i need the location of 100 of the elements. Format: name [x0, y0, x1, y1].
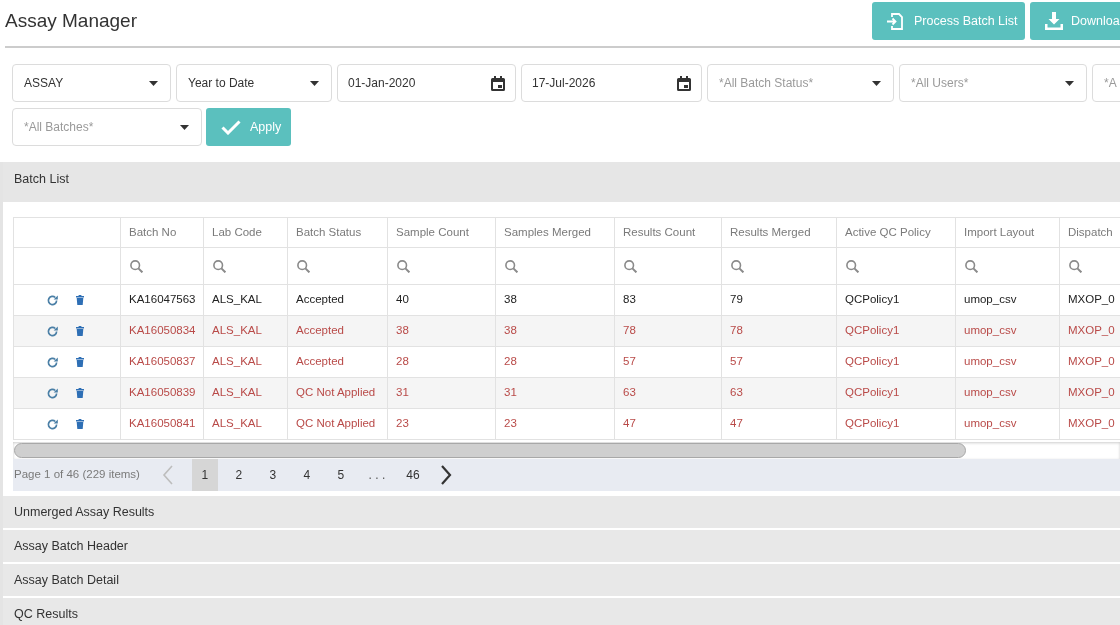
- scrollbar-thumb[interactable]: [14, 443, 966, 458]
- table-cell: 63: [614, 377, 722, 409]
- section-header[interactable]: Assay Batch Detail: [3, 564, 1120, 596]
- date-field[interactable]: 17-Jul-2026: [521, 64, 702, 102]
- table-cell: 31: [387, 377, 496, 409]
- filter-field[interactable]: [614, 247, 722, 285]
- page-button[interactable]: 1: [191, 459, 218, 491]
- search-icon: [965, 259, 978, 273]
- horizontal-scrollbar[interactable]: [13, 442, 1120, 459]
- page-button[interactable]: 3: [259, 459, 286, 491]
- search-icon: [1069, 259, 1082, 273]
- trash-icon[interactable]: [76, 419, 84, 429]
- dropdown[interactable]: *All Batches*: [12, 108, 202, 146]
- circular-arrow-icon[interactable]: [47, 325, 58, 337]
- table-cell: Accepted: [287, 346, 388, 378]
- table-cell: ALS_KAL: [203, 346, 288, 378]
- filter-field[interactable]: [721, 247, 837, 285]
- table-cell: umop_csv: [955, 315, 1060, 347]
- section-header[interactable]: Assay Batch Header: [3, 530, 1120, 562]
- table-cell: 28: [387, 346, 496, 378]
- filter-field[interactable]: [120, 247, 204, 285]
- table-cell: Accepted: [287, 284, 388, 316]
- column-header[interactable]: Sample Count: [387, 217, 496, 248]
- calendar-icon[interactable]: [677, 75, 691, 91]
- filter-field[interactable]: [495, 247, 615, 285]
- table-cell: 78: [721, 315, 837, 347]
- filter-field[interactable]: [203, 247, 288, 285]
- table-cell: KA16050837: [120, 346, 204, 378]
- table-cell: QC Not Applied: [287, 408, 388, 440]
- page-button[interactable]: 5: [327, 459, 354, 491]
- circular-arrow-icon[interactable]: [47, 294, 58, 306]
- section-header[interactable]: QC Results: [3, 598, 1120, 625]
- search-icon: [297, 259, 310, 273]
- table-cell: KA16050839: [120, 377, 204, 409]
- date-field[interactable]: 01-Jan-2020: [337, 64, 516, 102]
- caret-icon: [149, 80, 158, 86]
- batch-list-header[interactable]: Batch List: [3, 162, 1120, 202]
- trash-icon[interactable]: [76, 357, 84, 367]
- table-cell: umop_csv: [955, 408, 1060, 440]
- table-cell: 23: [387, 408, 496, 440]
- caret-icon: [180, 124, 189, 130]
- column-header[interactable]: Results Merged: [721, 217, 837, 248]
- column-header[interactable]: Samples Merged: [495, 217, 615, 248]
- trash-icon[interactable]: [76, 326, 84, 336]
- dropdown[interactable]: *All Batch Status*: [707, 64, 894, 102]
- circular-arrow-icon[interactable]: [47, 387, 58, 399]
- dropdown[interactable]: *All Users*: [899, 64, 1087, 102]
- circular-arrow-icon[interactable]: [47, 356, 58, 368]
- caret-icon: [1065, 80, 1074, 86]
- table-cell: 38: [495, 315, 615, 347]
- check-icon: [221, 119, 241, 135]
- table-cell: 47: [614, 408, 722, 440]
- table-cell: umop_csv: [955, 377, 1060, 409]
- column-header[interactable]: Batch Status: [287, 217, 388, 248]
- dropdown[interactable]: *A: [1092, 64, 1120, 102]
- table-cell: QC Not Applied: [287, 377, 388, 409]
- search-icon: [397, 259, 410, 273]
- page-button[interactable]: 2: [225, 459, 252, 491]
- column-header[interactable]: Dispatch: [1059, 217, 1120, 248]
- table-cell: KA16047563: [120, 284, 204, 316]
- trash-icon[interactable]: [76, 295, 84, 305]
- column-header[interactable]: Lab Code: [203, 217, 288, 248]
- table-cell: 38: [495, 284, 615, 316]
- calendar-icon[interactable]: [491, 75, 505, 91]
- table-cell: 83: [614, 284, 722, 316]
- table-cell: ALS_KAL: [203, 284, 288, 316]
- chevron-right-icon[interactable]: [439, 465, 452, 485]
- filter-field[interactable]: [836, 247, 956, 285]
- caret-icon: [872, 80, 881, 86]
- table-cell: 63: [721, 377, 837, 409]
- page-button[interactable]: 4: [293, 459, 320, 491]
- caret-icon: [310, 80, 319, 86]
- column-header[interactable]: Active QC Policy: [836, 217, 956, 248]
- table-cell: 28: [495, 346, 615, 378]
- table-cell: 78: [614, 315, 722, 347]
- table-cell: 40: [387, 284, 496, 316]
- table-cell: QCPolicy1: [836, 408, 956, 440]
- table-cell: ALS_KAL: [203, 377, 288, 409]
- filter-field[interactable]: [955, 247, 1060, 285]
- section-header[interactable]: Unmerged Assay Results: [3, 496, 1120, 528]
- search-icon: [505, 259, 518, 273]
- page-button[interactable]: 46: [399, 459, 426, 491]
- search-icon: [624, 259, 637, 273]
- column-header[interactable]: Import Layout: [955, 217, 1060, 248]
- table-cell: QCPolicy1: [836, 346, 956, 378]
- filter-field[interactable]: [387, 247, 496, 285]
- table-cell: ALS_KAL: [203, 408, 288, 440]
- filter-field[interactable]: [287, 247, 388, 285]
- column-header[interactable]: Results Count: [614, 217, 722, 248]
- search-icon: [213, 259, 226, 273]
- circular-arrow-icon[interactable]: [47, 418, 58, 430]
- dropdown[interactable]: Year to Date: [176, 64, 332, 102]
- download-icon: [1045, 12, 1063, 30]
- table-cell: ALS_KAL: [203, 315, 288, 347]
- pager-ellipsis: . . .: [367, 467, 387, 484]
- dropdown[interactable]: ASSAY: [12, 64, 171, 102]
- column-header[interactable]: Batch No: [120, 217, 204, 248]
- table-cell: 57: [721, 346, 837, 378]
- table-cell: QCPolicy1: [836, 284, 956, 316]
- trash-icon[interactable]: [76, 388, 84, 398]
